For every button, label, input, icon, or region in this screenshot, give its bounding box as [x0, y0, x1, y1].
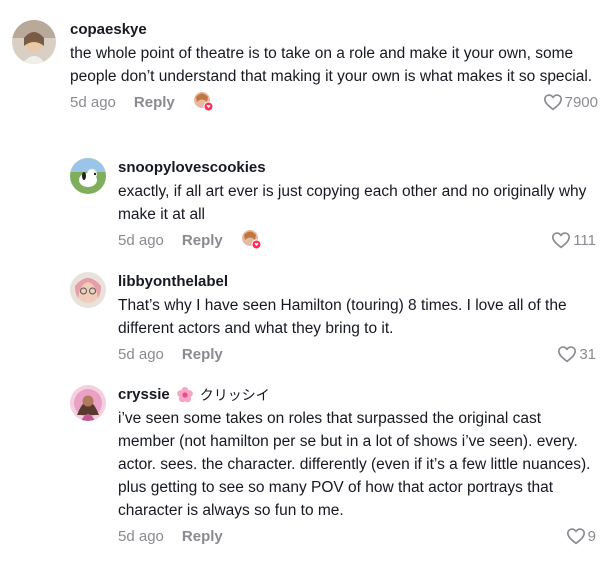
heart-outline-icon	[566, 527, 586, 545]
flower-icon	[176, 386, 194, 404]
avatar[interactable]	[70, 272, 106, 308]
creator-liked-badge	[193, 91, 215, 113]
like-button[interactable]: 111	[551, 231, 596, 249]
comment-age: 5d ago	[118, 345, 164, 363]
comment-item: copaeskye the whole point of theatre is …	[12, 20, 598, 114]
comment-username[interactable]: snoopylovescookies	[118, 158, 596, 178]
comment-username[interactable]: copaeskye	[70, 20, 598, 40]
comment-meta: 5d ago Reply 7900	[70, 90, 598, 114]
comment-age: 5d ago	[118, 231, 164, 249]
heart-outline-icon	[543, 93, 563, 111]
avatar[interactable]	[70, 158, 106, 194]
comment-age: 5d ago	[118, 527, 164, 545]
username-label: libbyonthelabel	[118, 273, 229, 290]
comment-meta: 5d ago Reply 9	[118, 524, 596, 548]
comment-text: That’s why I have seen Hamilton (touring…	[118, 297, 567, 337]
like-count: 9	[587, 527, 596, 545]
reply-button[interactable]: Reply	[134, 94, 175, 111]
comment-text: exactly, if all art ever is just copying…	[118, 183, 587, 223]
reply-item: cryssie クリッシイ i’ve seen some takes on ro…	[70, 385, 596, 548]
username-label: copaeskye	[70, 21, 147, 38]
avatar[interactable]	[12, 20, 56, 64]
comment-age: 5d ago	[70, 93, 116, 111]
like-count: 31	[579, 345, 596, 363]
like-button[interactable]: 7900	[543, 93, 598, 111]
like-button[interactable]: 9	[566, 527, 596, 545]
like-count: 7900	[564, 93, 598, 111]
creator-liked-badge	[241, 229, 263, 251]
like-count: 111	[573, 231, 596, 249]
reply-item: snoopylovescookies exactly, if all art e…	[70, 158, 596, 252]
reply-item: libbyonthelabel That’s why I have seen H…	[70, 272, 596, 366]
avatar[interactable]	[70, 385, 106, 421]
reply-button[interactable]: Reply	[182, 346, 223, 363]
comment-meta: 5d ago Reply 111	[118, 228, 596, 252]
username-label: cryssie	[118, 386, 170, 403]
comment-username[interactable]: cryssie クリッシイ	[118, 385, 596, 405]
like-button[interactable]: 31	[557, 345, 596, 363]
username-suffix: クリッシイ	[199, 387, 270, 403]
comment-meta: 5d ago Reply 31	[118, 342, 596, 366]
reply-button[interactable]: Reply	[182, 528, 223, 545]
reply-button[interactable]: Reply	[182, 232, 223, 249]
comment-username[interactable]: libbyonthelabel	[118, 272, 596, 292]
heart-outline-icon	[557, 345, 577, 363]
comment-text: the whole point of theatre is to take on…	[70, 45, 593, 85]
comment-text: i’ve seen some takes on roles that surpa…	[118, 410, 591, 519]
username-label: snoopylovescookies	[118, 159, 266, 176]
heart-outline-icon	[551, 231, 571, 249]
